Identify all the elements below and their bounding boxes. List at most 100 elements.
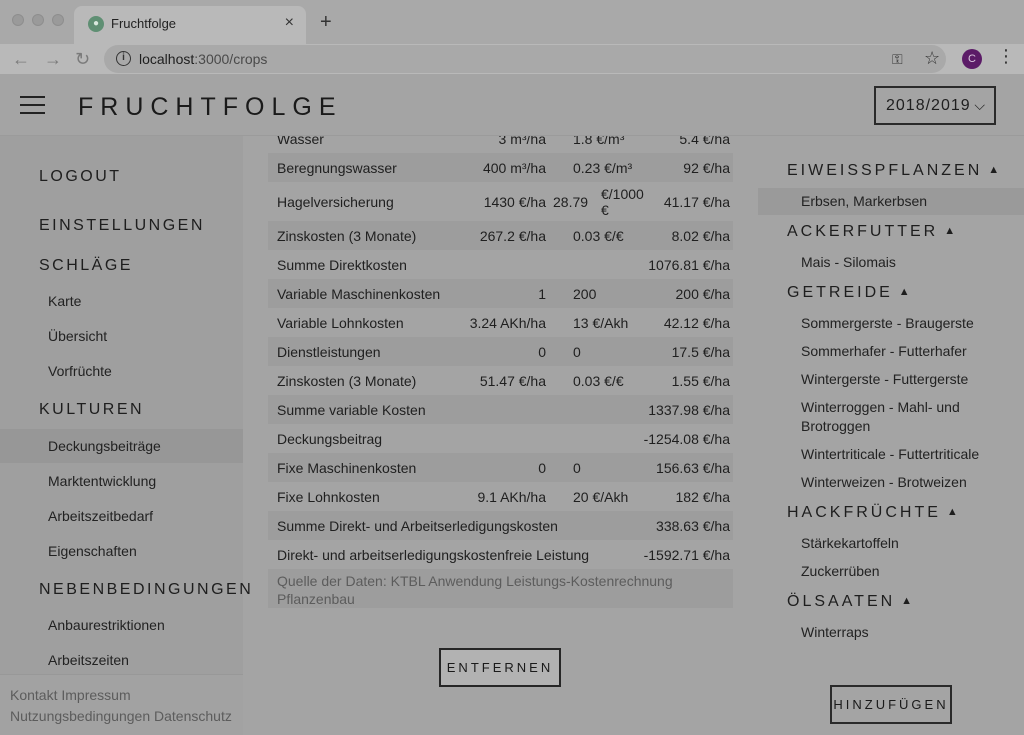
chevron-down-icon: ⌵ bbox=[974, 97, 986, 113]
row-total: -1254.08 €/ha bbox=[643, 430, 730, 447]
category-forage[interactable]: ACKERFUTTER ▲ bbox=[787, 223, 955, 241]
sidebar-footer: Kontakt Impressum Nutzungsbedingungen Da… bbox=[0, 674, 243, 735]
address-field[interactable]: i localhost:3000/crops ⚿ ☆ bbox=[104, 45, 946, 73]
crop-item-winter-rapeseed[interactable]: Winterraps bbox=[758, 623, 1024, 642]
category-label: ACKERFUTTER bbox=[787, 223, 939, 240]
crop-item-sugar-beet[interactable]: Zuckerrüben bbox=[758, 562, 1024, 581]
sidebar-item-restrictions[interactable]: Anbaurestriktionen bbox=[0, 608, 243, 642]
footer-terms-link[interactable]: Nutzungsbedingungen bbox=[10, 708, 150, 724]
browser-tab[interactable]: ● Fruchtfolge × bbox=[74, 6, 306, 44]
row-total: 41.17 €/ha bbox=[663, 193, 730, 210]
row-quantity: 51.47 €/ha bbox=[479, 372, 546, 389]
remove-button[interactable]: ENTFERNEN bbox=[439, 648, 561, 687]
key-icon[interactable]: ⚿ bbox=[892, 51, 903, 68]
data-source-note: Quelle der Daten: KTBL Anwendung Leistun… bbox=[268, 569, 733, 608]
row-price: 0.03 €/€ bbox=[573, 372, 624, 389]
add-button[interactable]: HINZUFÜGEN bbox=[830, 685, 952, 724]
forward-arrow-icon[interactable]: → bbox=[44, 48, 62, 70]
sidebar-settings[interactable]: EINSTELLUNGEN bbox=[39, 217, 205, 235]
category-cereals[interactable]: GETREIDE ▲ bbox=[787, 284, 910, 302]
row-total: 92 €/ha bbox=[683, 159, 730, 176]
table-row: Zinskosten (3 Monate) 51.47 €/ha 0.03 €/… bbox=[268, 366, 733, 395]
row-label: Wasser bbox=[277, 136, 324, 147]
footer-imprint-link[interactable]: Impressum bbox=[61, 687, 130, 703]
browser-menu-icon[interactable]: ⋮ bbox=[997, 46, 1015, 67]
row-price: 0.03 €/€ bbox=[573, 227, 624, 244]
row-quantity: 0 bbox=[538, 459, 546, 476]
row-total: 338.63 €/ha bbox=[656, 517, 730, 534]
close-tab-icon[interactable]: × bbox=[285, 14, 294, 32]
crop-item-winter-triticale[interactable]: Wintertriticale - Futtertriticale bbox=[758, 445, 1024, 464]
sidebar-item-map[interactable]: Karte bbox=[0, 284, 243, 318]
category-oilseeds[interactable]: ÖLSAATEN ▲ bbox=[787, 593, 912, 611]
category-root-crops[interactable]: HACKFRÜCHTE ▲ bbox=[787, 504, 958, 522]
row-label: Summe Direktkosten bbox=[277, 256, 407, 273]
sidebar-item-gross-margins[interactable]: Deckungsbeiträge bbox=[0, 429, 243, 463]
app-title: FRUCHTFOLGE bbox=[78, 93, 343, 121]
category-protein-crops[interactable]: EIWEISSPFLANZEN ▲ bbox=[787, 162, 999, 180]
row-price: 0 bbox=[573, 343, 581, 360]
footer-contact-link[interactable]: Kontakt bbox=[10, 687, 57, 703]
sidebar-section-crops[interactable]: KULTUREN bbox=[39, 401, 144, 419]
crop-item-winter-barley[interactable]: Wintergerste - Futtergerste bbox=[758, 370, 1024, 389]
row-label: Fixe Lohnkosten bbox=[277, 488, 380, 505]
sidebar-section-plots[interactable]: SCHLÄGE bbox=[39, 257, 133, 275]
chevron-up-icon: ▲ bbox=[898, 286, 910, 298]
crop-item-spring-oats[interactable]: Sommerhafer - Futterhafer bbox=[758, 342, 1024, 361]
row-total: 8.02 €/ha bbox=[671, 227, 730, 244]
row-label: Summe variable Kosten bbox=[277, 401, 426, 418]
table-row: Fixe Lohnkosten 9.1 AKh/ha 20 €/Akh 182 … bbox=[268, 482, 733, 511]
sidebar-section-constraints[interactable]: NEBENBEDINGUNGEN bbox=[39, 581, 253, 599]
browser-tab-strip: ● Fruchtfolge × + bbox=[0, 0, 1024, 44]
new-tab-icon[interactable]: + bbox=[320, 12, 332, 32]
crop-list-panel: EIWEISSPFLANZEN ▲ Erbsen, Markerbsen ACKE… bbox=[758, 136, 1024, 735]
table-row: Summe Direkt- und Arbeitserledigungskost… bbox=[268, 511, 733, 540]
row-label: Zinskosten (3 Monate) bbox=[277, 227, 417, 244]
sidebar-item-labour[interactable]: Arbeitszeitbedarf bbox=[0, 499, 243, 533]
sidebar-item-properties[interactable]: Eigenschaften bbox=[0, 534, 243, 568]
category-label: GETREIDE bbox=[787, 284, 893, 301]
crop-item-silage-maize[interactable]: Mais - Silomais bbox=[758, 253, 1024, 272]
crop-item-winter-wheat[interactable]: Winterweizen - Brotweizen bbox=[758, 473, 1024, 492]
window-close-dot[interactable] bbox=[12, 14, 24, 26]
row-total: 182 €/ha bbox=[675, 488, 731, 505]
row-quantity: 3 m³/ha bbox=[498, 136, 546, 147]
table-row: Variable Maschinenkosten 1 200 200 €/ha bbox=[268, 279, 733, 308]
reload-icon[interactable]: ↻ bbox=[75, 48, 90, 70]
sidebar-item-working-times[interactable]: Arbeitszeiten bbox=[0, 643, 243, 677]
sidebar-item-overview[interactable]: Übersicht bbox=[0, 319, 243, 353]
row-total: 17.5 €/ha bbox=[671, 343, 730, 360]
crop-item-starch-potatoes[interactable]: Stärkekartoffeln bbox=[758, 534, 1024, 553]
crop-item-winter-rye[interactable]: Winterroggen - Mahl- und Brotroggen bbox=[758, 398, 988, 436]
table-row: Hagelversicherung 1430 €/ha 28.79 €/1000… bbox=[268, 182, 733, 221]
bookmark-star-icon[interactable]: ☆ bbox=[924, 48, 940, 69]
table-row: Summe Direktkosten 1076.81 €/ha bbox=[268, 250, 733, 279]
chevron-up-icon: ▲ bbox=[946, 506, 958, 518]
row-price: 0 bbox=[573, 459, 581, 476]
row-price: 20 €/Akh bbox=[573, 488, 629, 505]
category-label: ÖLSAATEN bbox=[787, 593, 896, 610]
crop-item-peas[interactable]: Erbsen, Markerbsen bbox=[758, 188, 1024, 215]
row-label: Variable Lohnkosten bbox=[277, 314, 404, 331]
table-row: Summe variable Kosten 1337.98 €/ha bbox=[268, 395, 733, 424]
row-label: Direkt- und arbeitserledigungskostenfrei… bbox=[277, 546, 590, 563]
sidebar: LOGOUT EINSTELLUNGEN SCHLÄGE Karte Übers… bbox=[0, 136, 251, 735]
window-zoom-dot[interactable] bbox=[52, 14, 64, 26]
crop-item-spring-barley[interactable]: Sommergerste - Braugerste bbox=[758, 314, 1024, 333]
row-total: 5.4 €/ha bbox=[679, 136, 730, 147]
back-arrow-icon[interactable]: ← bbox=[12, 48, 30, 70]
year-select[interactable]: 2018/2019 ⌵ bbox=[874, 86, 996, 125]
table-row: Direkt- und arbeitserledigungskostenfrei… bbox=[268, 540, 733, 569]
sidebar-item-previous-crops[interactable]: Vorfrüchte bbox=[0, 354, 243, 388]
hamburger-menu-icon[interactable] bbox=[20, 96, 45, 116]
row-label: Dienstleistungen bbox=[277, 343, 381, 360]
row-total: 1076.81 €/ha bbox=[648, 256, 730, 273]
window-minimize-dot[interactable] bbox=[32, 14, 44, 26]
profile-avatar[interactable]: C bbox=[962, 49, 982, 69]
site-info-icon[interactable]: i bbox=[116, 51, 131, 66]
footer-privacy-link[interactable]: Datenschutz bbox=[154, 708, 232, 724]
sidebar-logout[interactable]: LOGOUT bbox=[39, 168, 122, 186]
row-total: 42.12 €/ha bbox=[663, 314, 730, 331]
sidebar-item-market[interactable]: Marktentwicklung bbox=[0, 464, 243, 498]
row-total: -1592.71 €/ha bbox=[643, 546, 730, 563]
